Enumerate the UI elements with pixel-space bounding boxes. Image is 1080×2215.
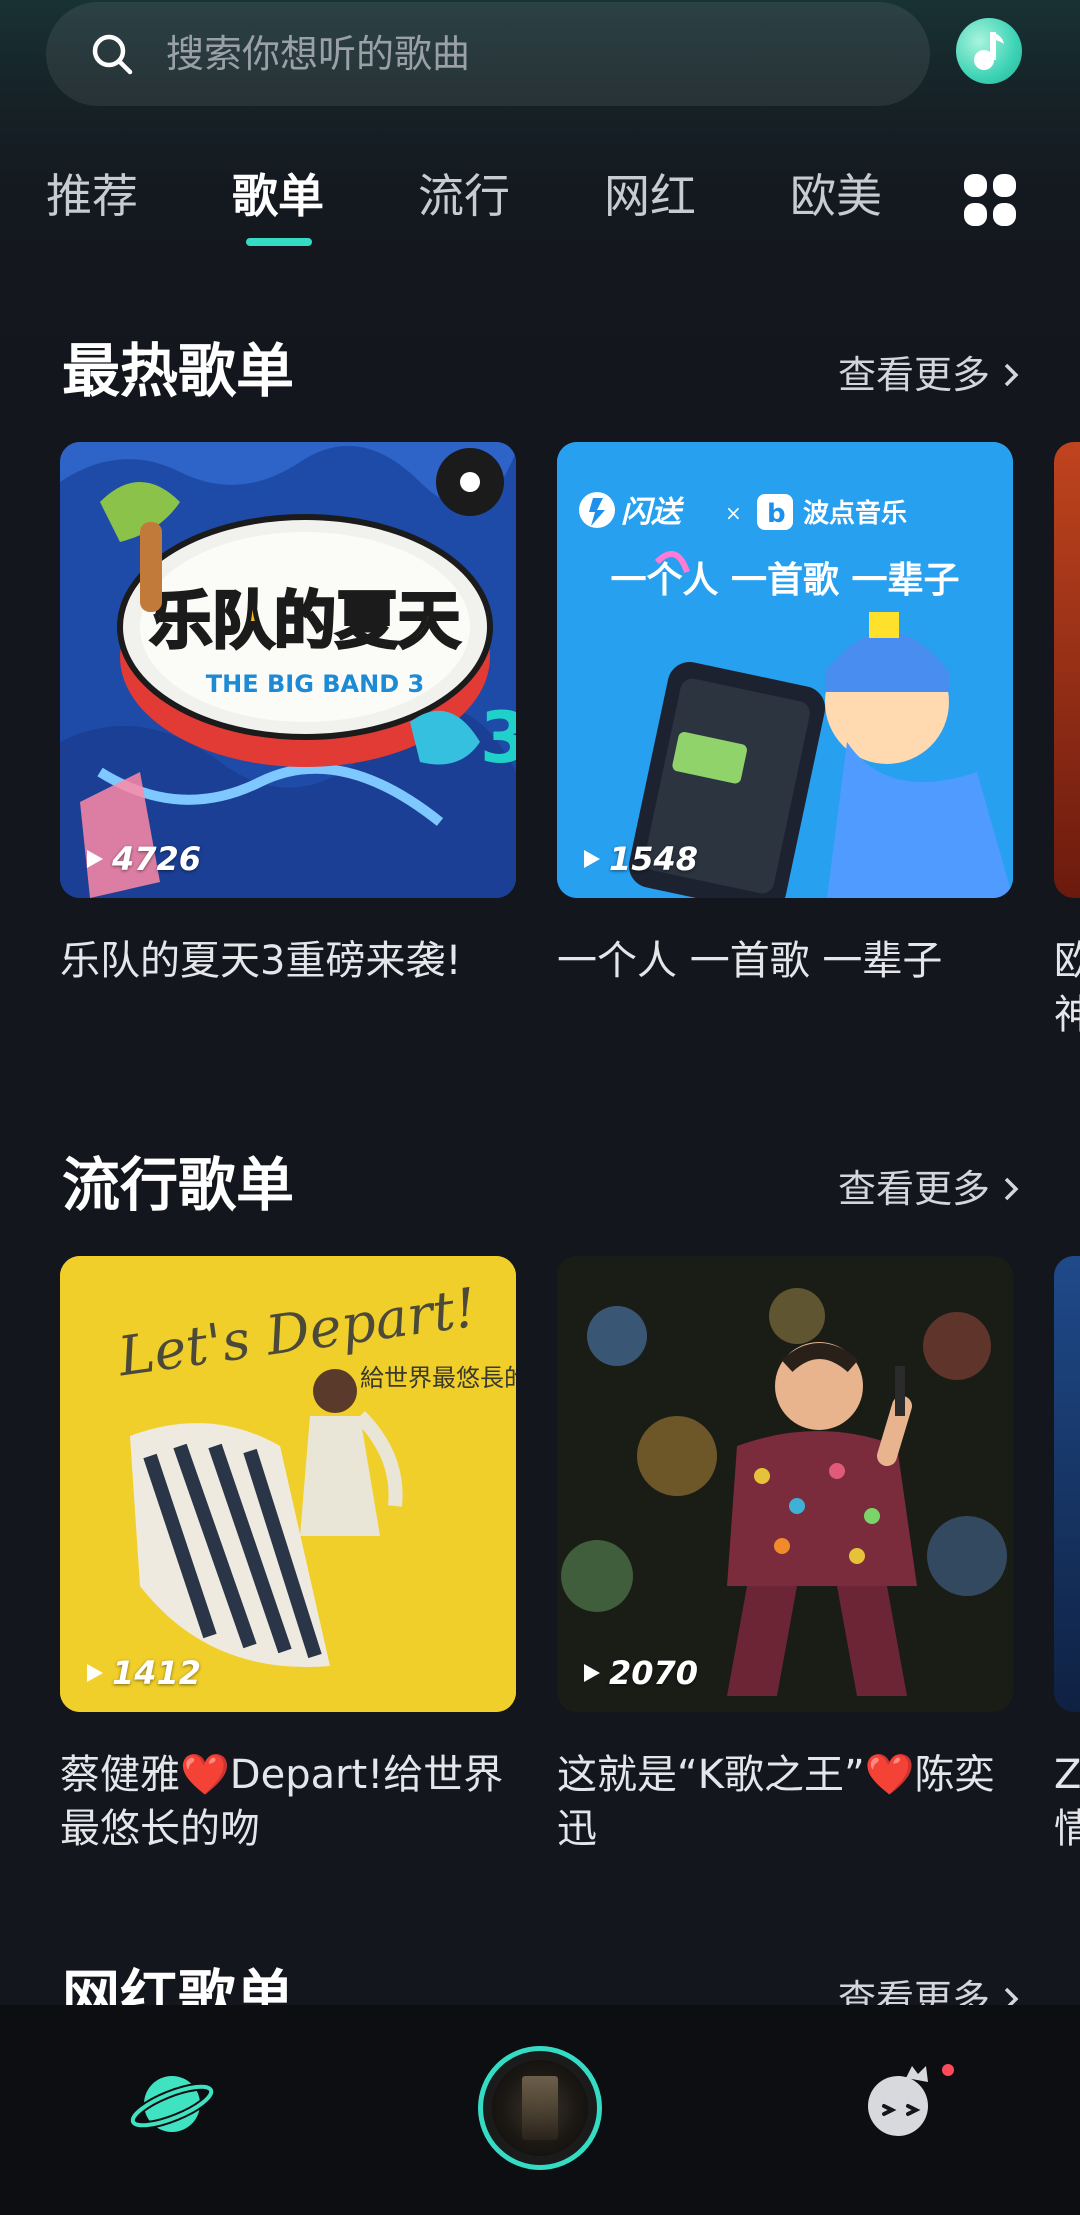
play-icon [584, 1664, 600, 1682]
cover-slogan: 一个人 一首歌 一辈子 [610, 560, 959, 601]
planet-icon[interactable] [128, 2060, 216, 2148]
tab-influencer[interactable]: 网红 [604, 160, 696, 232]
mascot-icon[interactable] [860, 2060, 944, 2144]
play-count: 1412 [82, 1654, 201, 1692]
album-disc-icon [492, 2060, 588, 2156]
playlist-cover: 2070 [557, 1256, 1013, 1712]
cover-subtitle-text: THE BIG BAND 3 [206, 670, 424, 698]
eason-cover-art [557, 1256, 1013, 1712]
play-icon [87, 850, 103, 868]
svg-text:×: × [725, 501, 742, 525]
cover-cn-text: 給世界最悠長的吻 [360, 1364, 516, 1392]
band-summer-cover-art: 乐队的夏天 THE BIG BAND 3 3 [60, 442, 516, 898]
playlist-title: 一个人 一首歌 一辈子 [557, 938, 943, 984]
playlist-cover: Let's Depart! 給世界最悠長的吻 1412 [60, 1256, 516, 1712]
notification-dot [942, 2064, 954, 2076]
playlist-card-band-summer[interactable]: 乐队的夏天 THE BIG BAND 3 3 4726 乐队的夏天3重磅来袭! [60, 442, 516, 988]
tab-popular[interactable]: 流行 [418, 160, 510, 232]
play-count-value: 2070 [609, 1654, 699, 1692]
playlist-card-jolin[interactable]: Let's Depart! 給世界最悠長的吻 1412 蔡健雅❤️Depart!… [60, 1256, 516, 1856]
play-icon [87, 1664, 103, 1682]
peek-title-line1: Z [1054, 1752, 1080, 1798]
jolin-cover-art: Let's Depart! 給世界最悠長的吻 [60, 1256, 516, 1712]
see-more-popular[interactable]: 查看更多 [838, 1164, 1022, 1214]
cover-brand-a: 闪送 [621, 495, 685, 530]
music-note-logo-icon[interactable] [956, 18, 1022, 84]
section-title-hot: 最热歌单 [62, 337, 295, 405]
cover-title-text: 乐队的夏天 [150, 584, 460, 657]
peek-title-line2: 情 [1054, 1806, 1080, 1852]
play-icon [584, 850, 600, 868]
playlist-cover: 乐队的夏天 THE BIG BAND 3 3 4726 [60, 442, 516, 898]
svg-text:b: b [767, 499, 786, 529]
playlist-title: 蔡健雅❤️Depart!给世界最悠长的吻 [60, 1752, 504, 1852]
see-more-label: 查看更多 [837, 353, 990, 397]
play-count-value: 1548 [609, 840, 699, 878]
now-playing-disc[interactable] [478, 2046, 602, 2170]
play-count: 4726 [82, 840, 201, 878]
chevron-right-icon [1004, 363, 1019, 387]
playlist-cover: 闪送 × b 波点音乐 一个人 一首歌 一辈子 1548 [557, 442, 1013, 898]
category-grid-icon[interactable] [962, 172, 1018, 228]
playlist-title: 乐队的夏天3重磅来袭! [60, 938, 462, 984]
tab-recommend[interactable]: 推荐 [46, 160, 138, 232]
play-count: 1548 [579, 840, 698, 878]
peek-title-line1: 欧 [1054, 938, 1080, 984]
active-tab-indicator [246, 238, 312, 246]
section-title-popular: 流行歌单 [62, 1151, 295, 1219]
svg-text:3: 3 [480, 697, 516, 779]
playlist-card-one-person[interactable]: 闪送 × b 波点音乐 一个人 一首歌 一辈子 1548 一个人 一首歌 一辈子 [557, 442, 1013, 988]
tab-western[interactable]: 欧美 [790, 160, 882, 232]
playlist-card-peek[interactable] [1054, 442, 1080, 898]
playlist-title: 这就是“K歌之王”❤️陈奕迅 [557, 1752, 995, 1852]
play-count-value: 1412 [112, 1654, 202, 1692]
search-bar[interactable]: 搜索你想听的歌曲 [46, 2, 930, 106]
see-more-hot[interactable]: 查看更多 [838, 350, 1022, 400]
search-placeholder: 搜索你想听的歌曲 [166, 32, 471, 76]
chevron-right-icon [1004, 1177, 1019, 1201]
cover-brand-b: 波点音乐 [803, 498, 907, 529]
playlist-card-eason[interactable]: 2070 这就是“K歌之王”❤️陈奕迅 [557, 1256, 1013, 1856]
play-count-value: 4726 [112, 840, 202, 878]
category-tabs: 推荐 歌单 流行 网红 欧美 [0, 160, 1080, 250]
see-more-label: 查看更多 [837, 1167, 990, 1211]
play-count: 2070 [579, 1654, 698, 1692]
peek-title-line2: 神 [1054, 992, 1080, 1038]
playlist-card-peek[interactable] [1054, 1256, 1080, 1712]
search-icon [92, 34, 133, 75]
flash-cover-art: 闪送 × b 波点音乐 一个人 一首歌 一辈子 [557, 442, 1013, 898]
tab-playlist[interactable]: 歌单 [232, 160, 324, 232]
music-app-screen: 搜索你想听的歌曲 推荐 歌单 流行 网红 欧美 最热歌单 查看更多 乐队的夏天 … [0, 0, 1080, 2215]
